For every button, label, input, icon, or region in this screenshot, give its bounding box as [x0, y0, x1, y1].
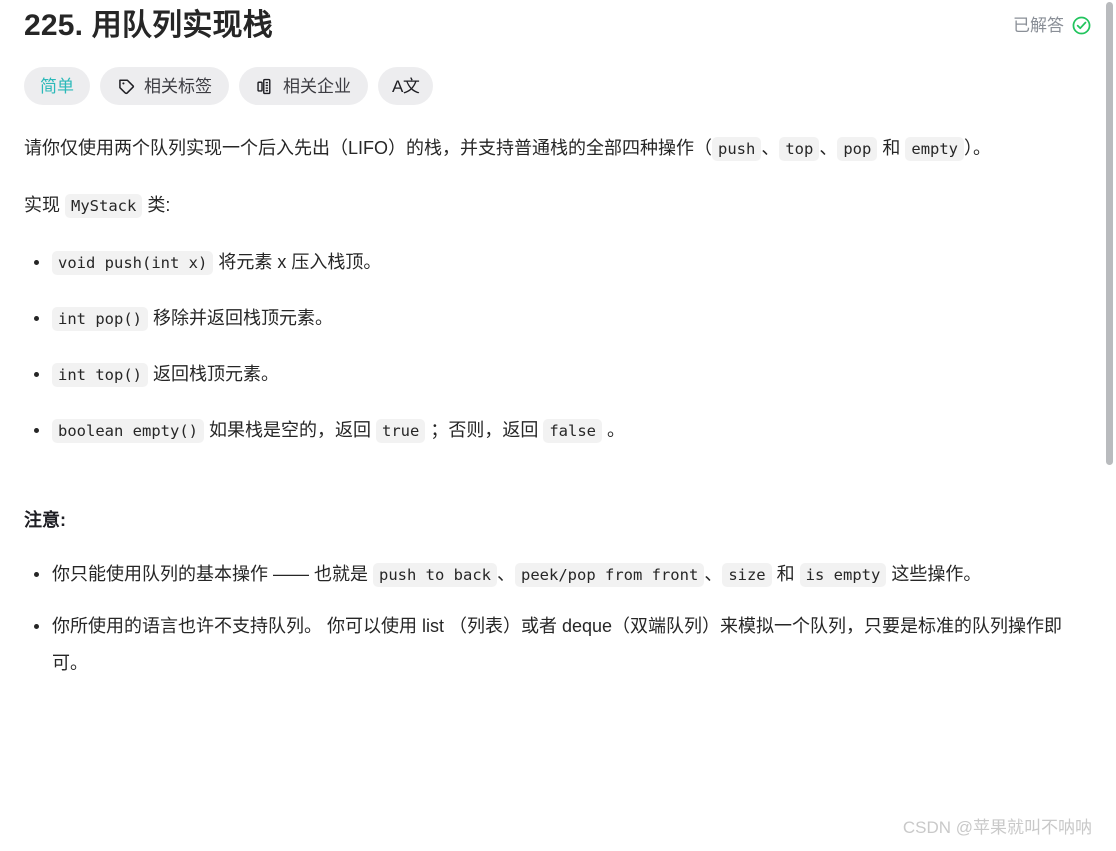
code-mystack: MyStack [65, 194, 143, 218]
scrollbar-track[interactable] [1102, 0, 1116, 851]
list-item: boolean empty() 如果栈是空的，返回 true ；否则，返回 fa… [34, 413, 1092, 448]
note-1-sep-1: 、 [497, 564, 515, 584]
intro-text-1: 请你仅使用两个队列实现一个后入先出（LIFO）的栈，并支持普通栈的全部四种操作（ [24, 138, 713, 158]
method-push-text: 将元素 x 压入栈顶。 [213, 252, 382, 272]
problem-description-page: 225. 用队列实现栈 已解答 简单 相关标签 相关企业 A文 请你仅使用两个队… [0, 0, 1116, 851]
code-pop: pop [837, 137, 878, 161]
related-companies-chip[interactable]: 相关企业 [239, 67, 368, 105]
scrollbar-thumb[interactable] [1106, 2, 1113, 465]
translate-icon: A文 [392, 76, 420, 96]
implement-prefix: 实现 [24, 195, 66, 215]
code-method-empty: boolean empty() [52, 419, 204, 443]
sep-1: 、 [761, 138, 780, 158]
company-icon [256, 77, 275, 96]
implement-paragraph: 实现 MyStack 类: [24, 188, 1092, 223]
code-method-pop: int pop() [52, 307, 148, 331]
status-badge: 已解答 [1013, 15, 1092, 36]
code-peek-pop-from-front: peek/pop from front [515, 563, 705, 587]
code-true: true [376, 419, 426, 443]
header: 225. 用队列实现栈 已解答 [24, 0, 1092, 46]
intro-tail: ）。 [964, 138, 992, 158]
list-item: int pop() 移除并返回栈顶元素。 [34, 301, 1092, 336]
sep-2: 、 [819, 138, 838, 158]
note-2-text: 你所使用的语言也许不支持队列。 你可以使用 list （列表）或者 deque（… [52, 616, 1063, 673]
tag-icon [117, 77, 136, 96]
note-1-text-2: 这些操作。 [886, 564, 982, 584]
code-method-push: void push(int x) [52, 251, 214, 275]
list-item: void push(int x) 将元素 x 压入栈顶。 [34, 245, 1092, 280]
translate-chip[interactable]: A文 [378, 67, 434, 105]
code-push: push [712, 137, 762, 161]
code-top: top [779, 137, 820, 161]
and-word: 和 [877, 138, 906, 158]
code-push-to-back: push to back [373, 563, 497, 587]
related-companies-chip-label: 相关企业 [283, 76, 351, 96]
difficulty-chip[interactable]: 简单 [24, 67, 90, 105]
implement-suffix: 类: [142, 195, 171, 215]
code-false: false [543, 419, 603, 443]
page-title: 225. 用队列实现栈 [24, 9, 273, 42]
notes-list: 你只能使用队列的基本操作 —— 也就是 push to back、 peek/po… [24, 556, 1092, 682]
list-item: 你只能使用队列的基本操作 —— 也就是 push to back、 peek/po… [34, 556, 1092, 594]
method-empty-text-mid: ；否则，返回 [425, 420, 544, 440]
intro-paragraph: 请你仅使用两个队列实现一个后入先出（LIFO）的栈，并支持普通栈的全部四种操作（… [24, 131, 1092, 166]
related-tags-chip[interactable]: 相关标签 [100, 67, 229, 105]
method-pop-text: 移除并返回栈顶元素。 [148, 308, 333, 328]
method-empty-text-after: 。 [602, 420, 626, 440]
notes-heading: 注意: [24, 510, 66, 530]
code-method-top: int top() [52, 363, 148, 387]
note-1-text-1: 你只能使用队列的基本操作 —— 也就是 [52, 564, 374, 584]
method-top-text: 返回栈顶元素。 [148, 364, 280, 384]
method-empty-text-before: 如果栈是空的，返回 [203, 420, 376, 440]
list-item: 你所使用的语言也许不支持队列。 你可以使用 list （列表）或者 deque（… [34, 608, 1092, 682]
difficulty-chip-label: 简单 [40, 76, 74, 96]
code-empty: empty [905, 137, 965, 161]
list-item: int top() 返回栈顶元素。 [34, 357, 1092, 392]
code-size: size [722, 563, 772, 587]
watermark: CSDN @苹果就叫不呐呐 [902, 818, 1092, 837]
method-list: void push(int x) 将元素 x 压入栈顶。 int pop() 移… [24, 245, 1092, 448]
chip-row: 简单 相关标签 相关企业 A文 [24, 67, 1092, 105]
check-circle-icon [1071, 15, 1092, 36]
related-tags-chip-label: 相关标签 [144, 76, 212, 96]
note-1-sep-3: 和 [771, 564, 800, 584]
problem-content: 请你仅使用两个队列实现一个后入先出（LIFO）的栈，并支持普通栈的全部四种操作（… [24, 131, 1092, 682]
note-1-sep-2: 、 [704, 564, 723, 584]
code-is-empty: is empty [799, 563, 887, 587]
status-label: 已解答 [1013, 15, 1064, 35]
